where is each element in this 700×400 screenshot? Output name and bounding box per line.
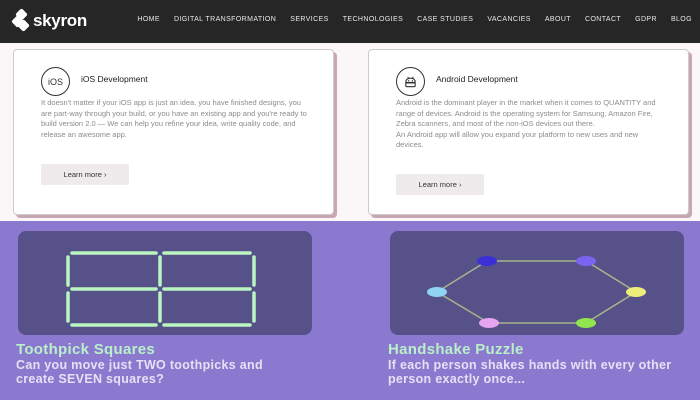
card-description-main: Android is the dominant player in the ma…: [396, 98, 656, 128]
nav-home[interactable]: HOME: [137, 16, 160, 23]
card-title: iOS Development: [81, 74, 148, 84]
learn-more-button[interactable]: Learn more ›: [41, 164, 129, 185]
person-node: [576, 318, 596, 328]
brand-name: skyron: [33, 11, 87, 30]
person-node: [427, 287, 447, 297]
toothpick-puzzle-tile[interactable]: [18, 231, 312, 335]
nav-contact[interactable]: CONTACT: [585, 16, 621, 23]
puzzle-title[interactable]: Toothpick Squares: [16, 341, 155, 358]
main-menu: HOME DIGITAL TRANSFORMATION SERVICES TEC…: [123, 16, 692, 23]
ios-development-card: iOS iOS Development It doesn't matter if…: [13, 49, 334, 215]
card-description: It doesn't matter if your iOS app is jus…: [41, 98, 307, 139]
person-node: [626, 287, 646, 297]
puzzle-description: If each person shakes hands with every o…: [388, 358, 672, 386]
person-node: [477, 256, 497, 266]
nav-case-studies[interactable]: CASE STUDIES: [417, 16, 473, 23]
learn-more-button[interactable]: Learn more ›: [396, 174, 484, 195]
person-node: [479, 318, 499, 328]
card-description-extra: An Android app will allow you expand you…: [396, 129, 639, 150]
card-title: Android Development: [436, 74, 518, 84]
card-description: Android is the dominant player in the ma…: [396, 98, 666, 151]
handshake-edge: [436, 260, 488, 293]
puzzle-title[interactable]: Handshake Puzzle: [388, 341, 524, 358]
android-development-card: Android Development Android is the domin…: [368, 49, 689, 215]
handshake-graph-graphic: [427, 256, 646, 328]
puzzles-section: Toothpick Squares Can you move just TWO …: [0, 221, 700, 400]
puzzle-description: Can you move just TWO toothpicks and cre…: [16, 358, 263, 386]
handshake-puzzle-tile[interactable]: [390, 231, 684, 335]
handshake-edge: [436, 291, 490, 324]
top-navbar: skyron HOME DIGITAL TRANSFORMATION SERVI…: [0, 0, 700, 43]
nav-services[interactable]: SERVICES: [290, 16, 328, 23]
brand-logo[interactable]: skyron: [11, 8, 87, 32]
nav-gdpr[interactable]: GDPR: [635, 16, 657, 23]
android-icon: [396, 67, 425, 96]
nav-about[interactable]: ABOUT: [545, 16, 571, 23]
nav-blog[interactable]: BLOG: [671, 16, 692, 23]
logo-mark-icon: [11, 8, 30, 32]
nav-vacancies[interactable]: VACANCIES: [487, 16, 531, 23]
handshake-edge: [585, 260, 637, 293]
ios-icon: iOS: [41, 67, 70, 96]
nav-digital-transformation[interactable]: DIGITAL TRANSFORMATION: [174, 16, 276, 23]
person-node: [576, 256, 596, 266]
ios-icon-label: iOS: [47, 76, 63, 87]
toothpick-grid-graphic: [66, 251, 256, 327]
nav-technologies[interactable]: TECHNOLOGIES: [343, 16, 403, 23]
handshake-edge: [585, 291, 637, 324]
